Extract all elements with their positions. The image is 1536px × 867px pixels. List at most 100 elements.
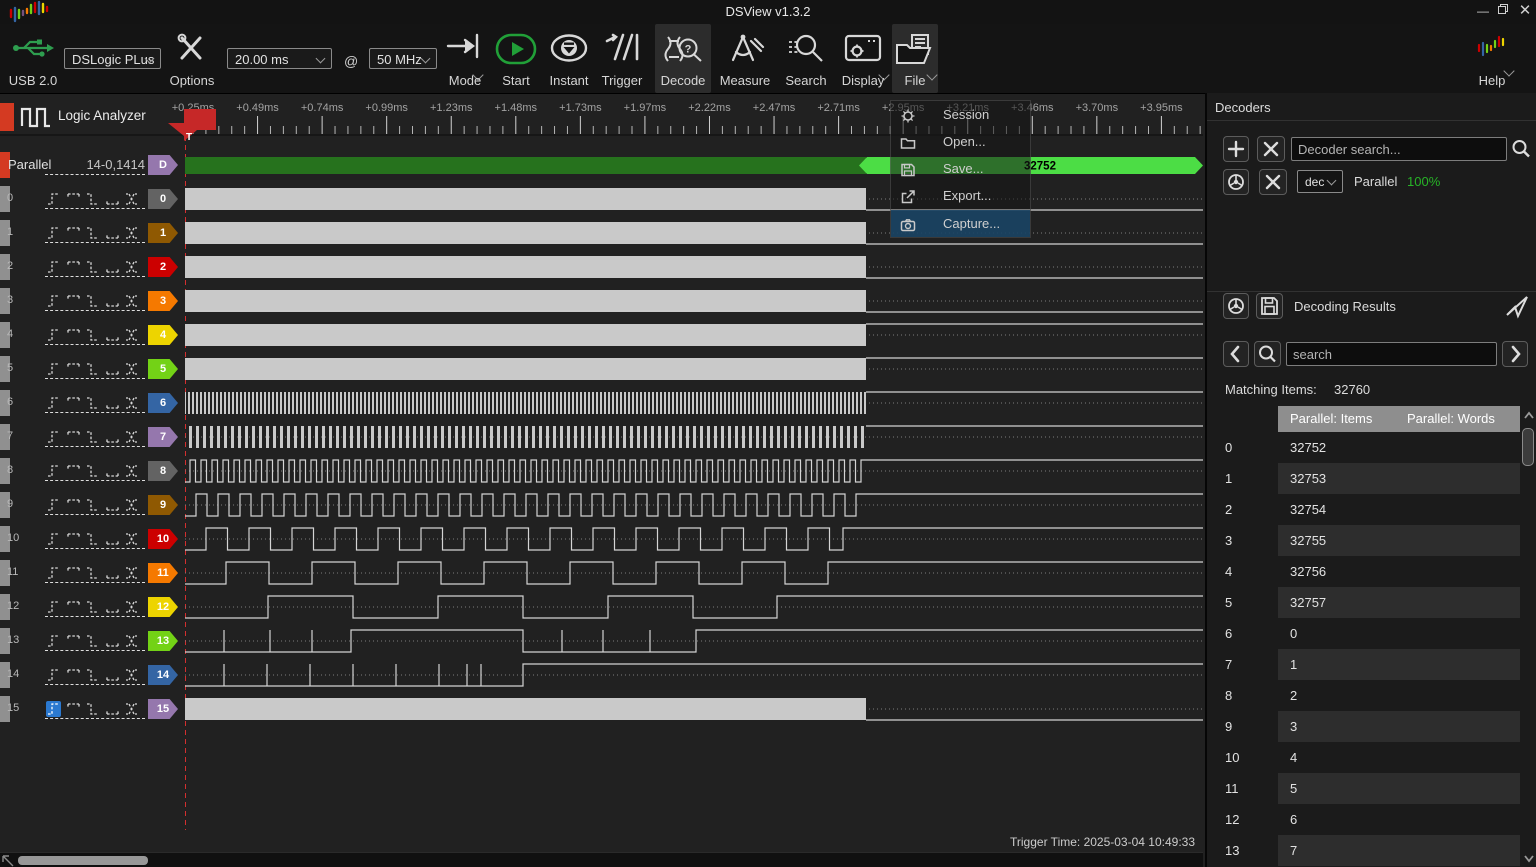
channel-badge[interactable]: 6 — [148, 393, 178, 413]
channel-row-7[interactable]: 7 7 — [0, 420, 185, 454]
trigger-high-level-button[interactable] — [66, 531, 81, 547]
channel-badge[interactable]: 5 — [148, 359, 178, 379]
trigger-falling-edge-button[interactable] — [85, 701, 100, 717]
display-button[interactable]: Display — [836, 24, 890, 93]
channel-row-9[interactable]: 9 9 — [0, 488, 185, 522]
channel-badge[interactable]: 7 — [148, 427, 178, 447]
trigger-falling-edge-button[interactable] — [85, 191, 100, 207]
result-row-8[interactable]: 8 2 — [1207, 680, 1536, 711]
decode-button[interactable]: ? Decode — [655, 24, 711, 93]
trigger-falling-edge-button[interactable] — [85, 633, 100, 649]
mode-button[interactable]: Mode — [441, 24, 489, 93]
trigger-rising-edge-button[interactable] — [46, 361, 61, 377]
trigger-falling-edge-button[interactable] — [85, 225, 100, 241]
trigger-high-level-button[interactable] — [66, 361, 81, 377]
channel-row-4[interactable]: 4 4 — [0, 318, 185, 352]
trigger-rising-edge-button[interactable] — [46, 633, 61, 649]
trigger-high-level-button[interactable] — [66, 225, 81, 241]
trigger-rising-edge-button[interactable] — [46, 565, 61, 581]
trigger-falling-edge-button[interactable] — [85, 429, 100, 445]
scroll-up-icon[interactable] — [1522, 409, 1536, 423]
channel-badge[interactable]: 13 — [148, 631, 178, 651]
trigger-falling-edge-button[interactable] — [85, 395, 100, 411]
menu-item-export[interactable]: Export... — [891, 182, 1030, 209]
trigger-high-level-button[interactable] — [66, 599, 81, 615]
result-row-7[interactable]: 7 1 — [1207, 649, 1536, 680]
samplerate-select[interactable]: 50 MHz — [369, 48, 437, 69]
trigger-high-level-button[interactable] — [66, 463, 81, 479]
trigger-high-level-button[interactable] — [66, 191, 81, 207]
decoder-options-button[interactable] — [1223, 169, 1249, 195]
trigger-falling-edge-button[interactable] — [85, 361, 100, 377]
format-select[interactable]: dec — [1297, 170, 1343, 193]
channel-badge[interactable]: 8 — [148, 461, 178, 481]
channel-row-14[interactable]: 14 14 — [0, 658, 185, 692]
horizontal-scroll-thumb[interactable] — [18, 856, 148, 865]
trigger-rising-edge-button[interactable] — [46, 531, 61, 547]
channel-row-5[interactable]: 5 5 — [0, 352, 185, 386]
trigger-any-edge-button[interactable] — [124, 395, 139, 411]
trigger-falling-edge-button[interactable] — [85, 531, 100, 547]
trigger-rising-edge-button[interactable] — [46, 225, 61, 241]
channel-row-3[interactable]: 3 3 — [0, 284, 185, 318]
save-results-button[interactable] — [1256, 293, 1283, 319]
trigger-high-level-button[interactable] — [66, 497, 81, 513]
results-search-input[interactable] — [1286, 342, 1497, 366]
trigger-low-level-button[interactable] — [105, 259, 120, 275]
result-row-10[interactable]: 10 4 — [1207, 742, 1536, 773]
channel-wave-2[interactable] — [185, 256, 1203, 278]
file-button[interactable]: File — [892, 24, 938, 93]
trigger-any-edge-button[interactable] — [124, 497, 139, 513]
result-row-2[interactable]: 2 32754 — [1207, 494, 1536, 525]
trigger-high-level-button[interactable] — [66, 259, 81, 275]
trigger-rising-edge-button[interactable] — [46, 429, 61, 445]
table-header[interactable]: Parallel: Items Parallel: Words — [1278, 406, 1520, 432]
channel-badge[interactable]: 15 — [148, 699, 178, 719]
trigger-any-edge-button[interactable] — [124, 463, 139, 479]
channel-badge[interactable]: 12 — [148, 597, 178, 617]
channel-row-8[interactable]: 8 8 — [0, 454, 185, 488]
trigger-any-edge-button[interactable] — [124, 429, 139, 445]
horizontal-scrollbar[interactable] — [0, 852, 1203, 867]
trigger-falling-edge-button[interactable] — [85, 599, 100, 615]
channel-badge[interactable]: 4 — [148, 325, 178, 345]
close-button[interactable]: ✕ — [1516, 2, 1534, 20]
parallel-decoder-annotation[interactable]: 32752 — [185, 157, 1203, 174]
trigger-any-edge-button[interactable] — [124, 191, 139, 207]
channel-row-15[interactable]: 15 15 — [0, 692, 185, 726]
remove-decoder-button[interactable] — [1259, 169, 1287, 195]
trigger-rising-edge-button[interactable] — [46, 701, 61, 717]
channel-badge[interactable]: 2 — [148, 257, 178, 277]
trigger-low-level-button[interactable] — [105, 327, 120, 343]
help-button[interactable]: Help — [1468, 24, 1516, 93]
decoder-row-label[interactable]: Parallel 14-0,1414 D — [0, 148, 185, 182]
trigger-falling-edge-button[interactable] — [85, 463, 100, 479]
trigger-low-level-button[interactable] — [105, 667, 120, 683]
channel-badge[interactable]: 1 — [148, 223, 178, 243]
result-row-11[interactable]: 11 5 — [1207, 773, 1536, 804]
trigger-any-edge-button[interactable] — [124, 361, 139, 377]
prev-result-button[interactable] — [1223, 341, 1249, 367]
trigger-any-edge-button[interactable] — [124, 599, 139, 615]
trigger-low-level-button[interactable] — [105, 429, 120, 445]
trigger-any-edge-button[interactable] — [124, 565, 139, 581]
channel-badge[interactable]: 0 — [148, 189, 178, 209]
trigger-any-edge-button[interactable] — [124, 259, 139, 275]
trigger-any-edge-button[interactable] — [124, 701, 139, 717]
decoder-badge[interactable]: D — [148, 155, 178, 175]
search-icon[interactable] — [1510, 138, 1532, 160]
trigger-falling-edge-button[interactable] — [85, 497, 100, 513]
minimize-button[interactable]: — — [1474, 2, 1492, 20]
trigger-high-level-button[interactable] — [66, 327, 81, 343]
trigger-falling-edge-button[interactable] — [85, 293, 100, 309]
trigger-rising-edge-button[interactable] — [46, 599, 61, 615]
trigger-high-level-button[interactable] — [66, 565, 81, 581]
channel-badge[interactable]: 3 — [148, 291, 178, 311]
trigger-rising-edge-button[interactable] — [46, 395, 61, 411]
trigger-low-level-button[interactable] — [105, 633, 120, 649]
channel-row-1[interactable]: 1 1 — [0, 216, 185, 250]
channel-wave-4[interactable] — [185, 324, 1203, 346]
results-options-button[interactable] — [1223, 293, 1249, 319]
instant-button[interactable]: Instant — [545, 24, 593, 93]
trigger-any-edge-button[interactable] — [124, 633, 139, 649]
